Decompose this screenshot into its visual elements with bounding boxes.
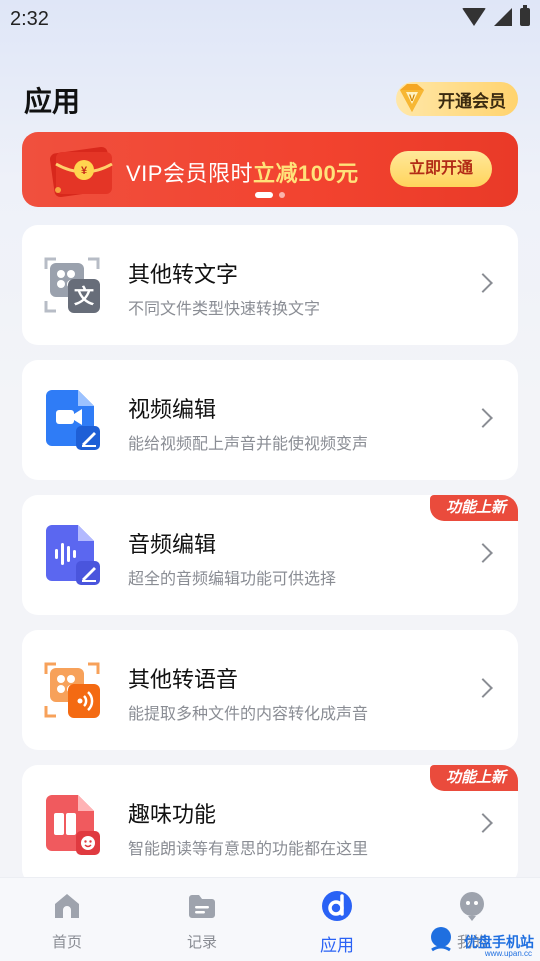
nav-item-records[interactable]: 记录 [152, 890, 252, 952]
watermark-icon [431, 927, 451, 952]
card-desc: 不同文件类型快速转换文字 [128, 301, 321, 318]
chevron-right-icon [473, 678, 493, 698]
folder-icon [189, 895, 215, 918]
card-desc: 超全的音频编辑功能可供选择 [128, 571, 337, 588]
file-to-text-icon: 文 [44, 257, 100, 313]
video-edit-icon [46, 390, 100, 450]
card-title: 视频编辑 [128, 397, 217, 422]
fun-icon [46, 795, 100, 855]
banner-text-highlight: 立减100元 [252, 161, 359, 186]
card-desc: 能提取多种文件的内容转化成声音 [128, 706, 369, 723]
card-desc: 能给视频配上声音并能使视频变声 [128, 436, 369, 453]
chevron-right-icon [473, 543, 493, 563]
chevron-right-icon [473, 408, 493, 428]
chevron-right-icon [473, 813, 493, 833]
audio-edit-icon [46, 525, 100, 585]
feature-card-fun[interactable]: 功能上新 趣味功能 智能朗读等有意思的功能都在这里 [22, 765, 518, 885]
chevron-right-icon [473, 273, 493, 293]
cellular-signal-icon [494, 8, 512, 26]
wifi-icon [462, 8, 486, 26]
page-title: 应用 [24, 86, 81, 117]
carousel-dot[interactable] [279, 192, 285, 198]
card-title: 音频编辑 [128, 532, 217, 557]
feature-card-file-to-text[interactable]: 文 其他转文字 不同文件类型快速转换文字 [22, 225, 518, 345]
status-bar: 2:32 [0, 0, 540, 38]
feature-card-file-to-voice[interactable]: 其他转语音 能提取多种文件的内容转化成声音 [22, 630, 518, 750]
home-icon [55, 894, 79, 918]
profile-icon [460, 892, 484, 921]
svg-text:V: V [409, 93, 415, 103]
file-to-voice-icon [44, 662, 100, 718]
new-feature-badge: 功能上新 [429, 765, 518, 791]
nav-label: 记录 [186, 934, 217, 951]
vip-button-label: 开通会员 [438, 91, 506, 111]
carousel-dot-active[interactable] [255, 192, 273, 198]
nav-label: 应用 [320, 936, 354, 955]
apps-icon [322, 891, 352, 921]
nav-item-home[interactable]: 首页 [17, 890, 117, 952]
svg-text:文: 文 [74, 284, 95, 308]
diamond-icon: V [400, 84, 424, 112]
svg-text:¥: ¥ [81, 165, 88, 177]
banner-text-prefix: VIP会员限时 [126, 161, 253, 186]
banner-text: VIP会员限时立减100元 [126, 156, 359, 188]
battery-icon [520, 5, 530, 26]
red-envelope-icon: ¥ [49, 146, 113, 198]
nav-label: 首页 [51, 934, 82, 951]
card-title: 其他转文字 [128, 262, 239, 287]
card-desc: 智能朗读等有意思的功能都在这里 [128, 841, 369, 858]
status-icons [462, 5, 530, 26]
vip-button[interactable]: V 开通会员 [396, 82, 518, 116]
feature-card-video-edit[interactable]: 视频编辑 能给视频配上声音并能使视频变声 [22, 360, 518, 480]
open-now-button[interactable]: 立即开通 [390, 151, 492, 187]
watermark-sub: www.upan.cc [484, 949, 532, 958]
nav-item-apps[interactable]: 应用 [287, 890, 387, 956]
new-feature-badge: 功能上新 [429, 495, 518, 521]
status-time: 2:32 [10, 8, 49, 30]
card-title: 趣味功能 [128, 802, 217, 827]
feature-card-audio-edit[interactable]: 功能上新 音频编辑 超全的音频编辑功能可供选择 [22, 495, 518, 615]
card-title: 其他转语音 [128, 667, 239, 692]
watermark-logo: 优盘手机站 www.upan.cc [428, 924, 538, 958]
